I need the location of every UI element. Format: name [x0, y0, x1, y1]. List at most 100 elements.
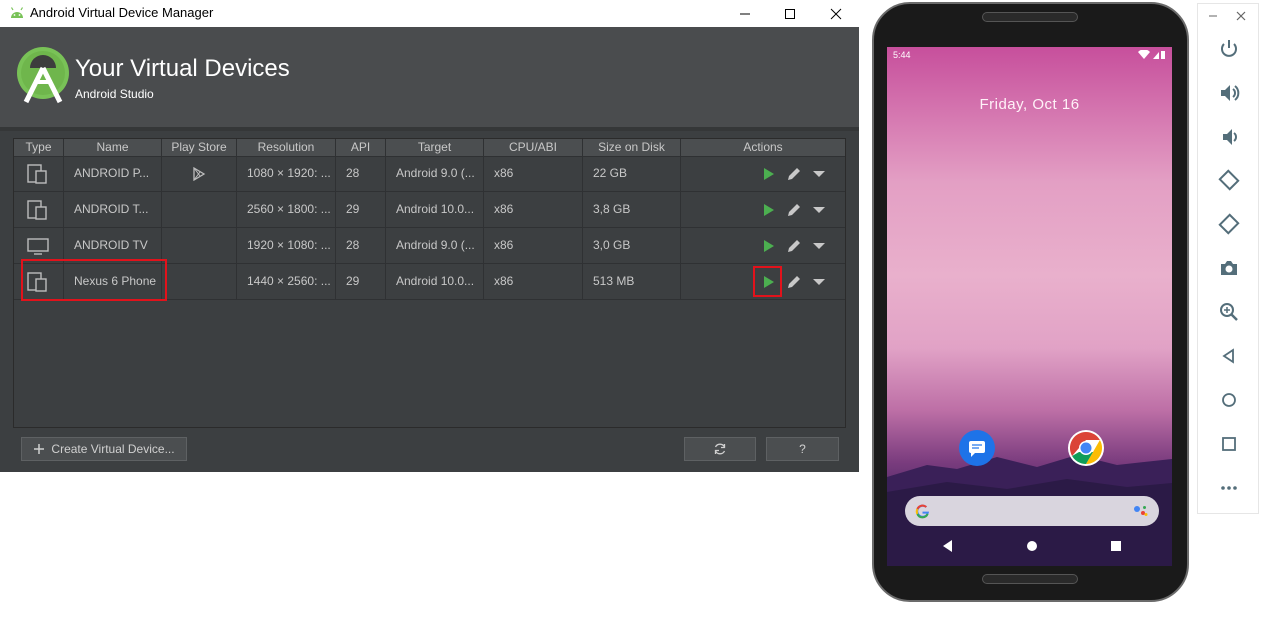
- cpu-cell: x86: [484, 264, 583, 299]
- col-size[interactable]: Size on Disk: [583, 139, 681, 156]
- emulator-toolbar: [1197, 3, 1259, 514]
- help-label: ?: [799, 442, 806, 456]
- assistant-icon: [1134, 506, 1148, 516]
- rotate-left-icon[interactable]: [1218, 169, 1240, 191]
- launch-button-highlight: [753, 266, 782, 297]
- volume-up-icon[interactable]: [1218, 82, 1240, 104]
- col-resolution[interactable]: Resolution: [237, 139, 336, 156]
- device-name: ANDROID TV: [64, 228, 162, 263]
- google-g-icon: [915, 504, 929, 519]
- header: Your Virtual Devices Android Studio: [0, 27, 859, 131]
- status-time: 5:44: [893, 50, 911, 60]
- nav-home-icon[interactable]: [1025, 539, 1039, 553]
- cpu-cell: x86: [484, 156, 583, 191]
- minimize-icon[interactable]: [1208, 11, 1218, 21]
- close-icon[interactable]: [1236, 11, 1246, 21]
- minimize-icon: [740, 13, 750, 14]
- lockscreen-date: Friday, Oct 16: [979, 96, 1080, 113]
- avd-manager-window: Android Virtual Device Manager Your Virt…: [0, 0, 859, 472]
- title-bar: Android Virtual Device Manager: [0, 0, 859, 27]
- size-cell: 513 MB: [583, 264, 681, 299]
- overview-icon[interactable]: [1218, 433, 1240, 455]
- chevron-down-icon[interactable]: [810, 237, 828, 255]
- plus-icon: [34, 444, 45, 454]
- row-actions: [759, 165, 839, 183]
- cpu-cell: x86: [484, 228, 583, 263]
- chevron-down-icon[interactable]: [810, 201, 828, 219]
- launch-play-icon[interactable]: [759, 165, 777, 183]
- device-name: ANDROID P...: [64, 156, 162, 191]
- col-actions[interactable]: Actions: [681, 139, 845, 156]
- status-icons: [1138, 50, 1165, 59]
- rotate-right-icon[interactable]: [1218, 213, 1240, 235]
- maximize-button[interactable]: [767, 0, 813, 27]
- edit-pencil-icon[interactable]: [785, 201, 803, 219]
- close-button[interactable]: [813, 0, 859, 27]
- col-type[interactable]: Type: [14, 139, 64, 156]
- type-cell: [14, 192, 64, 227]
- top-speaker: [982, 12, 1078, 22]
- phone-screen[interactable]: 5:44 Friday, Oct 16: [887, 47, 1172, 566]
- play-store-cell: [162, 192, 237, 227]
- power-icon[interactable]: [1218, 38, 1240, 60]
- emulator-phone: 5:44 Friday, Oct 16: [872, 2, 1189, 602]
- zoom-icon[interactable]: [1218, 301, 1240, 323]
- size-cell: 22 GB: [583, 156, 681, 191]
- api-cell: 29: [336, 264, 386, 299]
- col-play-store[interactable]: Play Store: [162, 139, 237, 156]
- table-row[interactable]: ANDROID T... 2560 × 1800: ... 29 Android…: [14, 192, 845, 228]
- play-store-icon: [193, 166, 206, 181]
- size-cell: 3,0 GB: [583, 228, 681, 263]
- type-cell: [14, 156, 64, 191]
- launch-play-icon[interactable]: [759, 237, 777, 255]
- target-cell: Android 10.0...: [386, 192, 484, 227]
- col-cpu[interactable]: CPU/ABI: [484, 139, 583, 156]
- edit-pencil-icon[interactable]: [785, 165, 803, 183]
- maximize-icon: [785, 8, 795, 19]
- target-cell: Android 10.0...: [386, 264, 484, 299]
- chevron-down-icon[interactable]: [810, 165, 828, 183]
- refresh-icon: [714, 443, 726, 455]
- type-cell: [14, 228, 64, 263]
- nav-back-icon[interactable]: [941, 539, 955, 553]
- size-cell: 3,8 GB: [583, 192, 681, 227]
- page-subtitle: Android Studio: [75, 87, 154, 101]
- col-target[interactable]: Target: [386, 139, 484, 156]
- create-virtual-device-button[interactable]: Create Virtual Device...: [21, 437, 187, 461]
- launch-play-icon[interactable]: [759, 201, 777, 219]
- bottom-speaker: [982, 574, 1078, 584]
- resolution-cell: 1080 × 1920: ...: [237, 156, 336, 191]
- cpu-cell: x86: [484, 192, 583, 227]
- col-name[interactable]: Name: [64, 139, 162, 156]
- table-row[interactable]: ANDROID P... 1080 × 1920: ... 28 Android…: [14, 156, 845, 192]
- messages-icon[interactable]: [959, 430, 995, 466]
- chevron-down-icon[interactable]: [810, 273, 828, 291]
- volume-down-icon[interactable]: [1218, 126, 1240, 148]
- resolution-cell: 1920 × 1080: ...: [237, 228, 336, 263]
- home-icon[interactable]: [1218, 389, 1240, 411]
- nav-overview-icon[interactable]: [1109, 539, 1123, 553]
- camera-icon[interactable]: [1218, 257, 1240, 279]
- target-cell: Android 9.0 (...: [386, 156, 484, 191]
- row-actions: [759, 201, 839, 219]
- android-icon: [10, 7, 24, 18]
- chrome-icon[interactable]: [1068, 430, 1104, 466]
- android-studio-logo: [17, 47, 69, 104]
- minimize-button[interactable]: [722, 0, 768, 27]
- edit-pencil-icon[interactable]: [785, 273, 803, 291]
- close-icon: [830, 8, 842, 19]
- row-actions: [759, 237, 839, 255]
- back-icon[interactable]: [1218, 345, 1240, 367]
- help-button[interactable]: ?: [766, 437, 839, 461]
- phone-tablet-icon: [27, 164, 47, 184]
- tv-icon: [27, 238, 49, 255]
- col-api[interactable]: API: [336, 139, 386, 156]
- more-icon[interactable]: [1218, 477, 1240, 499]
- google-search-bar[interactable]: [905, 496, 1159, 526]
- target-cell: Android 9.0 (...: [386, 228, 484, 263]
- nexus-row-highlight: [21, 259, 167, 301]
- device-name: ANDROID T...: [64, 192, 162, 227]
- edit-pencil-icon[interactable]: [785, 237, 803, 255]
- play-store-cell: [162, 156, 237, 191]
- refresh-button[interactable]: [684, 437, 756, 461]
